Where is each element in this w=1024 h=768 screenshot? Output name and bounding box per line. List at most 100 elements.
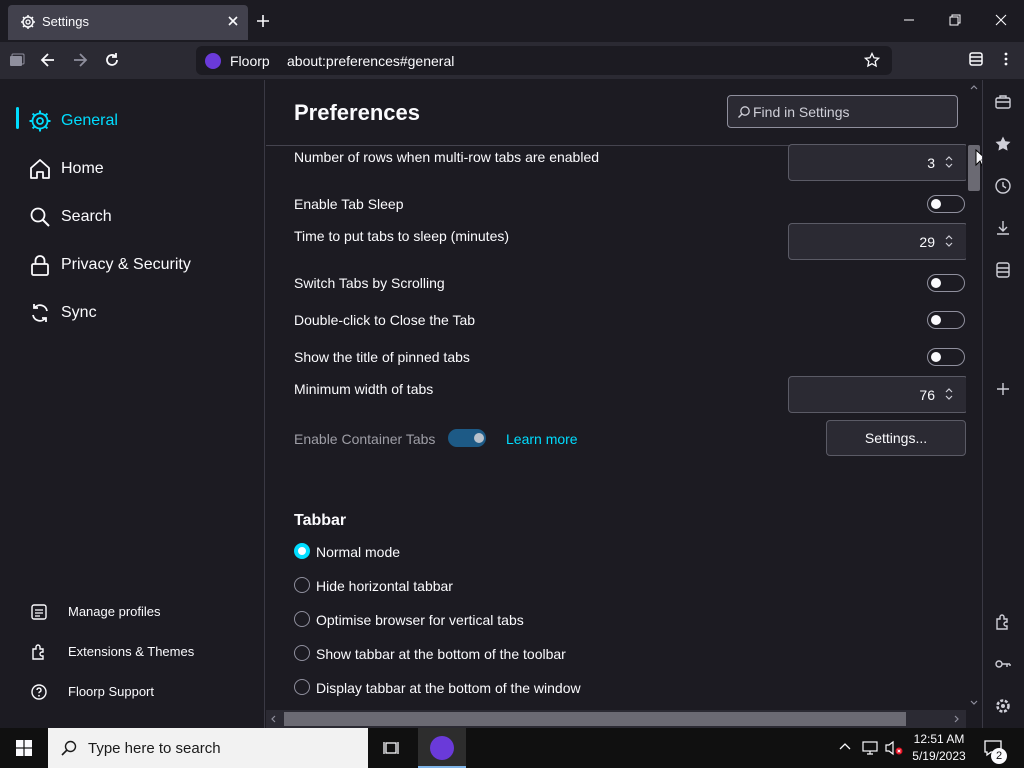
search-input[interactable] [753, 103, 953, 121]
multirow-rows-input[interactable]: 3 [788, 144, 966, 181]
spinner-icon[interactable] [945, 387, 953, 401]
radio-label: Normal mode [316, 544, 401, 560]
sleep-time-value: 29 [919, 234, 935, 250]
scroll-right-icon[interactable] [954, 715, 960, 723]
volume-muted-icon[interactable] [885, 740, 903, 756]
page-header: Preferences [266, 80, 966, 146]
spinner-icon[interactable] [945, 155, 953, 169]
close-tab-icon[interactable] [227, 15, 239, 27]
radio-normal-mode[interactable] [294, 543, 310, 559]
tab-settings[interactable]: Settings [8, 5, 248, 40]
sidebar-item-privacy[interactable]: Privacy & Security [16, 245, 256, 285]
new-tab-icon[interactable] [255, 13, 271, 29]
extensions-icon[interactable] [994, 613, 1012, 631]
radio-label: Display tabbar at the bottom of the wind… [316, 680, 581, 696]
system-clock[interactable]: 12:51 AM 5/19/2023 [906, 731, 972, 765]
url-brand: Floorp [230, 53, 270, 69]
url-bar[interactable]: Floorp about:preferences#general [196, 46, 892, 75]
switch-scroll-label: Switch Tabs by Scrolling [294, 275, 445, 291]
settings-gear-icon[interactable] [994, 697, 1012, 715]
windows-start-icon[interactable] [16, 740, 32, 756]
radio-bottom-window[interactable] [294, 679, 310, 695]
page-title: Preferences [294, 100, 420, 125]
container-tabs-label: Enable Container Tabs [294, 431, 436, 447]
radio-label: Optimise browser for vertical tabs [316, 612, 524, 628]
container-settings-button[interactable]: Settings... [826, 420, 966, 456]
sleep-time-input[interactable]: 29 [788, 223, 966, 260]
minimize-icon[interactable] [902, 13, 916, 27]
categories-sidebar: General Home Search Privacy & Security S… [0, 80, 265, 728]
key-icon[interactable] [994, 655, 1012, 673]
workspaces-icon[interactable] [8, 51, 26, 69]
sync-icon [28, 301, 52, 325]
lock-icon [28, 253, 52, 277]
taskbar-search-box[interactable]: Type here to search [48, 728, 368, 768]
bookmarks-star-icon[interactable] [994, 135, 1012, 153]
notes-icon[interactable] [994, 261, 1012, 279]
forward-icon[interactable] [71, 51, 89, 69]
puzzle-icon [30, 643, 48, 661]
sidebar-item-sync[interactable]: Sync [16, 293, 256, 333]
min-width-label: Minimum width of tabs [294, 381, 434, 397]
radio-hide-tabbar[interactable] [294, 577, 310, 593]
floorp-support-link[interactable]: Floorp Support [30, 679, 250, 707]
tray-chevron-icon[interactable] [839, 742, 851, 750]
learn-more-link[interactable]: Learn more [506, 431, 578, 447]
clock-date: 5/19/2023 [912, 749, 966, 763]
min-width-input[interactable]: 76 [788, 376, 966, 413]
tab-strip: Settings [0, 0, 1024, 42]
menu-icon[interactable] [998, 51, 1014, 67]
search-icon [61, 740, 77, 756]
extensions-themes-link[interactable]: Extensions & Themes [30, 639, 250, 667]
task-view-icon[interactable] [383, 739, 401, 757]
container-tabs-toggle[interactable] [448, 429, 486, 447]
horizontal-scrollbar[interactable] [266, 710, 966, 728]
back-icon[interactable] [39, 51, 57, 69]
scroll-down-icon[interactable] [970, 700, 978, 706]
pinned-title-toggle[interactable] [927, 348, 965, 366]
sidebar-item-general[interactable]: General [16, 101, 256, 141]
search-icon [737, 105, 751, 119]
radio-vertical-tabs[interactable] [294, 611, 310, 627]
network-icon[interactable] [862, 740, 878, 756]
add-panel-icon[interactable] [994, 380, 1012, 398]
vertical-scrollbar[interactable] [966, 80, 982, 710]
scrollbar-thumb[interactable] [284, 712, 906, 726]
briefcase-icon[interactable] [994, 93, 1012, 111]
tab-title: Settings [42, 14, 89, 29]
sidebar-item-search[interactable]: Search [16, 197, 256, 237]
sidebar-item-label: Sync [61, 304, 97, 321]
sidebar-toggle-icon[interactable] [968, 51, 984, 67]
scroll-up-icon[interactable] [970, 84, 978, 90]
radio-bottom-toolbar[interactable] [294, 645, 310, 661]
taskbar-floorp-app[interactable] [418, 728, 466, 768]
clock-time: 12:51 AM [913, 732, 965, 746]
tab-sleep-toggle[interactable] [927, 195, 965, 213]
find-in-settings[interactable] [727, 95, 958, 128]
home-icon [28, 157, 52, 181]
floorp-app-icon [430, 736, 454, 760]
restore-icon[interactable] [948, 13, 962, 27]
switch-scroll-toggle[interactable] [927, 274, 965, 292]
footer-label: Floorp Support [68, 684, 154, 699]
downloads-icon[interactable] [994, 219, 1012, 237]
close-window-icon[interactable] [994, 13, 1008, 27]
reload-icon[interactable] [103, 51, 121, 69]
preferences-content: Preferences Number of rows when multi-ro… [266, 80, 966, 710]
sidebar-item-label: General [61, 112, 118, 129]
sidebar-item-home[interactable]: Home [16, 149, 256, 189]
history-icon[interactable] [994, 177, 1012, 195]
bookmark-star-icon[interactable] [864, 52, 880, 68]
min-width-value: 76 [919, 387, 935, 403]
url-text[interactable]: about:preferences#general [287, 53, 454, 69]
sleep-time-label: Time to put tabs to sleep (minutes) [294, 228, 510, 244]
footer-label: Extensions & Themes [68, 644, 195, 659]
sidebar-item-label: Home [61, 160, 104, 177]
pinned-title-label: Show the title of pinned tabs [294, 349, 470, 365]
spinner-icon[interactable] [945, 234, 953, 248]
dblclick-close-toggle[interactable] [927, 311, 965, 329]
manage-profiles-link[interactable]: Manage profiles [30, 599, 250, 627]
scroll-left-icon[interactable] [270, 715, 276, 723]
multirow-rows-value: 3 [927, 155, 935, 171]
radio-label: Show tabbar at the bottom of the toolbar [316, 646, 566, 662]
